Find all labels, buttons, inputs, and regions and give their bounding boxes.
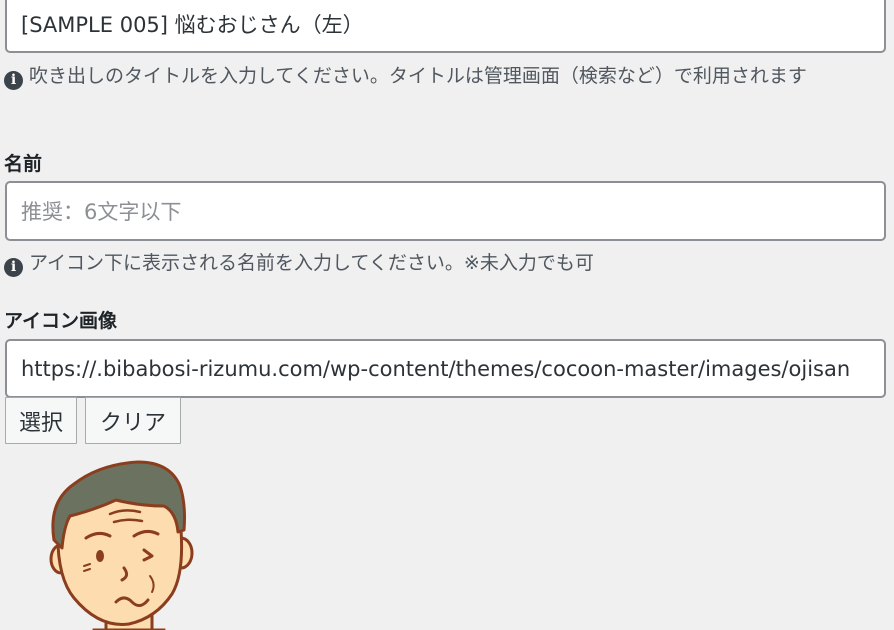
name-input-placeholder: 推奨：6文字以下 [21, 200, 182, 224]
name-label: 名前 [4, 153, 43, 175]
info-icon: i [4, 258, 23, 277]
icon-url-value: https://.bibabosi-rizumu.com/wp-content/… [21, 356, 851, 381]
worried-old-man-avatar [49, 460, 194, 630]
info-icon: i [4, 71, 23, 90]
select-image-button[interactable]: 選択 [5, 397, 77, 444]
clear-image-button[interactable]: クリア [85, 397, 181, 444]
title-help-text: i 吹き出しのタイトルを入力してください。タイトルは管理画面（検索など）で利用され… [4, 61, 876, 91]
icon-url-input[interactable]: https://.bibabosi-rizumu.com/wp-content/… [5, 339, 886, 398]
name-input[interactable]: 推奨：6文字以下 [5, 181, 886, 241]
balloon-title-input[interactable]: [SAMPLE 005] 悩むおじさん（左） [5, 0, 886, 53]
balloon-title-value: [SAMPLE 005] 悩むおじさん（左） [21, 12, 364, 37]
title-help-label: 吹き出しのタイトルを入力してください。タイトルは管理画面（検索など）で利用されま… [29, 65, 807, 87]
icon-image-label: アイコン画像 [4, 310, 118, 332]
name-help-text: i アイコン下に表示される名前を入力してください。※未入力でも可 [4, 248, 876, 278]
icon-preview [44, 456, 204, 630]
name-help-label: アイコン下に表示される名前を入力してください。※未入力でも可 [29, 252, 594, 274]
